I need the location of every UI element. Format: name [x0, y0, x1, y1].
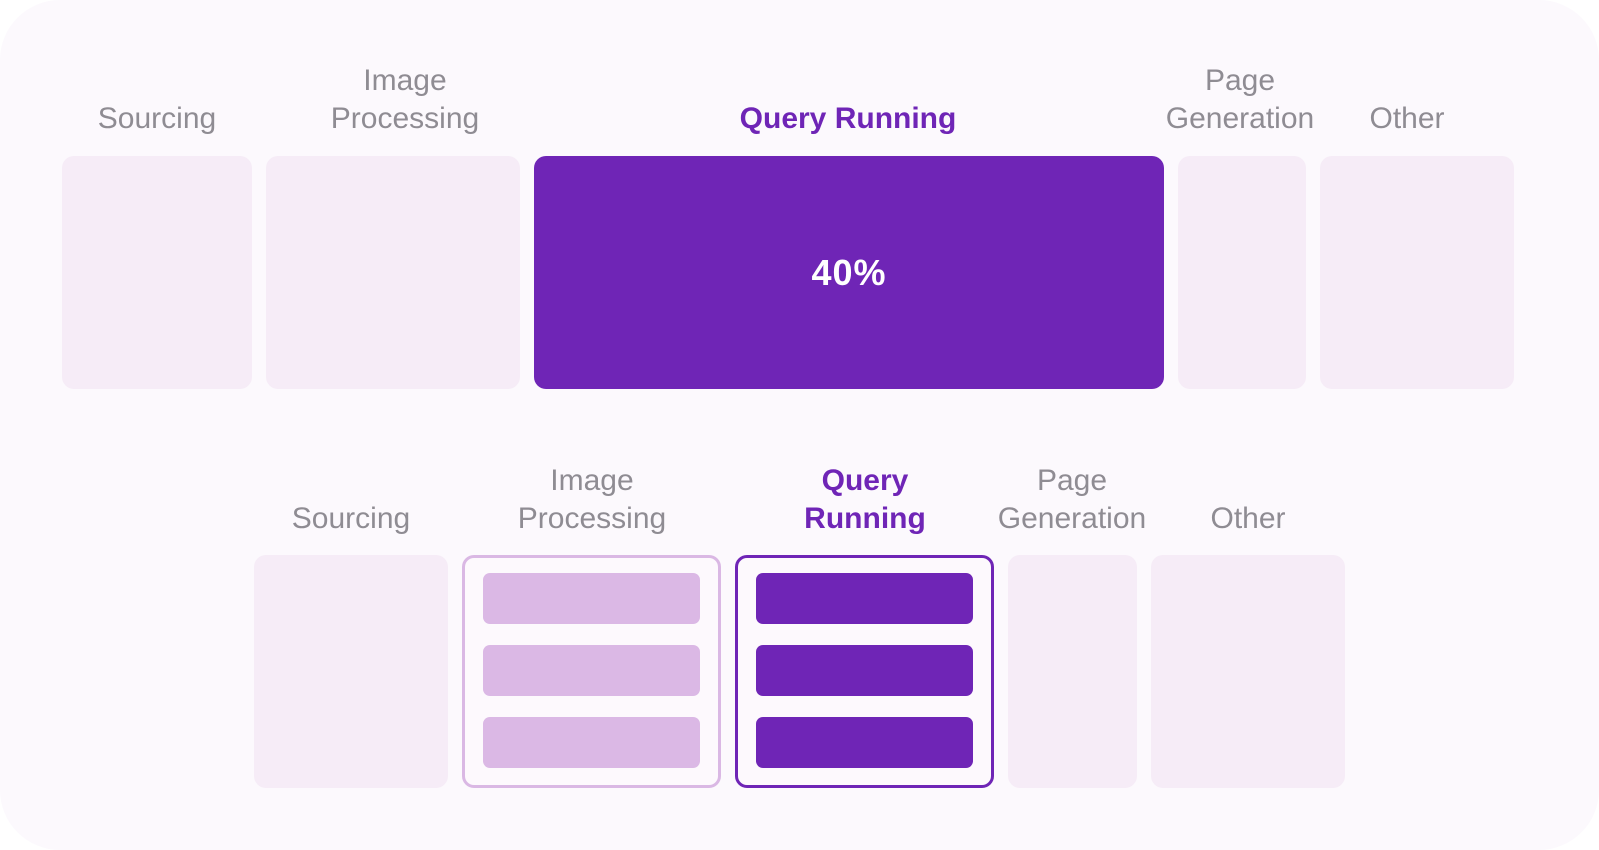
bottom-block-sourcing — [254, 555, 448, 788]
query-running-subtask — [756, 717, 973, 768]
image-processing-subtask — [483, 573, 700, 624]
top-label-query-running: Query Running — [739, 102, 957, 135]
bottom-block-image-processing — [462, 555, 721, 788]
query-running-percentage: 40% — [811, 251, 887, 293]
bottom-label-query-running: Query Running — [804, 464, 926, 535]
bottom-label-sourcing: Sourcing — [291, 502, 411, 535]
top-label-other: Other — [1369, 102, 1445, 135]
top-block-sourcing — [62, 156, 252, 389]
image-processing-subtask — [483, 717, 700, 768]
query-running-subtask — [756, 645, 973, 696]
bottom-label-image-processing: Image Processing — [517, 464, 667, 535]
bottom-label-other: Other — [1210, 502, 1286, 535]
top-block-page-generation — [1178, 156, 1306, 389]
top-label-sourcing: Sourcing — [97, 102, 217, 135]
query-running-subtask — [756, 573, 973, 624]
bottom-block-query-running — [735, 555, 994, 788]
top-label-page-generation: Page Generation — [1165, 64, 1315, 135]
bottom-block-page-generation — [1008, 555, 1137, 788]
bottom-block-other — [1151, 555, 1345, 788]
diagram-card: Sourcing Image Processing Query Running … — [0, 0, 1599, 850]
top-label-image-processing: Image Processing — [330, 64, 480, 135]
top-block-other — [1320, 156, 1514, 389]
bottom-label-page-generation: Page Generation — [997, 464, 1147, 535]
image-processing-subtask — [483, 645, 700, 696]
top-block-query-running: 40% — [534, 156, 1164, 389]
top-block-image-processing — [266, 156, 520, 389]
